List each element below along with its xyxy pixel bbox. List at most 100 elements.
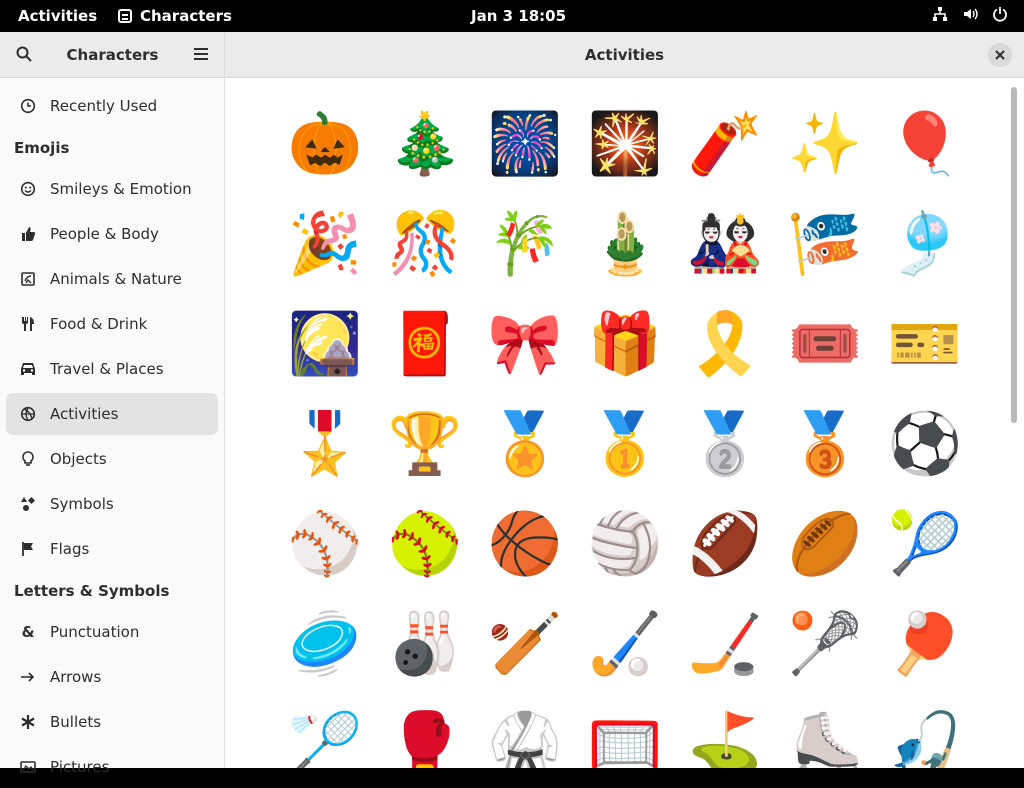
section-emojis: Emojis xyxy=(14,139,70,157)
close-icon xyxy=(995,50,1005,60)
sidebar-header: Characters xyxy=(0,32,224,78)
sidebar-item-people[interactable]: People & Body xyxy=(6,213,218,255)
sidebar-item-label: Arrows xyxy=(50,668,102,686)
emoji-cell[interactable]: 🏆 xyxy=(385,404,465,484)
emoji-cell[interactable]: 🎇 xyxy=(585,104,665,184)
sidebar-item-label: Pictures xyxy=(50,758,110,776)
sidebar-item-symbols[interactable]: Symbols xyxy=(6,483,218,525)
bullet-icon xyxy=(20,714,36,730)
sidebar-item-objects[interactable]: Objects xyxy=(6,438,218,480)
top-bar: Activities Characters Jan 3 18:05 xyxy=(0,0,1024,32)
main-menu-button[interactable] xyxy=(187,40,215,68)
sidebar-item-food[interactable]: Food & Drink xyxy=(6,303,218,345)
sidebar-item-label: Smileys & Emotion xyxy=(50,180,192,198)
emoji-cell[interactable]: 🎆 xyxy=(485,104,565,184)
app-name: Characters xyxy=(140,7,232,25)
emoji-cell[interactable]: 🎁 xyxy=(585,304,665,384)
emoji-cell[interactable]: 🥅 xyxy=(585,704,665,768)
emoji-cell[interactable]: 🏀 xyxy=(485,504,565,584)
emoji-cell[interactable]: ✨ xyxy=(785,104,865,184)
emoji-cell[interactable]: 🎣 xyxy=(885,704,965,768)
sidebar-item-smileys[interactable]: Smileys & Emotion xyxy=(6,168,218,210)
power-icon[interactable] xyxy=(992,6,1008,22)
emoji-cell[interactable]: 🎃 xyxy=(285,104,365,184)
emoji-cell[interactable]: 🎾 xyxy=(885,504,965,584)
emoji-cell[interactable]: 🎖️ xyxy=(285,404,365,484)
emoji-cell[interactable]: 🎍 xyxy=(585,204,665,284)
emoji-cell[interactable]: 🎟️ xyxy=(785,304,865,384)
emoji-cell[interactable]: 🎋 xyxy=(485,204,565,284)
sidebar-item-label: Food & Drink xyxy=(50,315,148,333)
sidebar-item-label: Flags xyxy=(50,540,90,558)
emoji-cell[interactable]: 🎈 xyxy=(885,104,965,184)
activities-button[interactable]: Activities xyxy=(18,7,97,25)
emoji-cell[interactable]: 🎄 xyxy=(385,104,465,184)
emoji-cell[interactable]: 🎉 xyxy=(285,204,365,284)
emoji-cell[interactable]: 🥋 xyxy=(485,704,565,768)
sidebar-item-pictures[interactable]: Pictures xyxy=(6,746,218,788)
emoji-cell[interactable]: 🏸 xyxy=(285,704,365,768)
picture-icon xyxy=(20,759,36,775)
emoji-cell[interactable]: 🥏 xyxy=(285,604,365,684)
sidebar-item-label: Punctuation xyxy=(50,623,140,641)
sidebar-item-punctuation[interactable]: & Punctuation xyxy=(6,611,218,653)
sidebar-item-animals[interactable]: Animals & Nature xyxy=(6,258,218,300)
emoji-cell[interactable]: 🏅 xyxy=(485,404,565,484)
emoji-cell[interactable]: 🎏 xyxy=(785,204,865,284)
emoji-cell[interactable]: ⚾ xyxy=(285,504,365,584)
volume-icon[interactable] xyxy=(962,6,978,22)
scrollbar[interactable] xyxy=(1011,87,1017,423)
cutlery-icon xyxy=(20,316,36,332)
sidebar-item-label: People & Body xyxy=(50,225,159,243)
emoji-cell[interactable]: 🏉 xyxy=(785,504,865,584)
emoji-cell[interactable]: 🎐 xyxy=(885,204,965,284)
smiley-icon xyxy=(20,181,36,197)
arrow-icon xyxy=(20,669,36,685)
emoji-cell[interactable]: 🎗️ xyxy=(685,304,765,384)
clock[interactable]: Jan 3 18:05 xyxy=(471,7,566,25)
emoji-cell[interactable]: 🏈 xyxy=(685,504,765,584)
emoji-cell[interactable]: 🥊 xyxy=(385,704,465,768)
emoji-cell[interactable]: 🧧 xyxy=(385,304,465,384)
page-title: Activities xyxy=(584,46,665,64)
app-menu[interactable]: Characters xyxy=(118,7,232,25)
car-icon xyxy=(20,361,36,377)
emoji-cell[interactable]: 🏐 xyxy=(585,504,665,584)
sidebar-item-flags[interactable]: Flags xyxy=(6,528,218,570)
sidebar-item-travel[interactable]: Travel & Places xyxy=(6,348,218,390)
main-header: Activities xyxy=(225,32,1024,78)
emoji-cell[interactable]: 🎑 xyxy=(285,304,365,384)
emoji-cell[interactable]: 🥍 xyxy=(785,604,865,684)
emoji-cell[interactable]: 🏓 xyxy=(885,604,965,684)
emoji-cell[interactable]: 🎳 xyxy=(385,604,465,684)
characters-window: Characters Recently Used Emojis Smileys … xyxy=(0,32,1024,776)
emoji-cell[interactable]: 🎫 xyxy=(885,304,965,384)
emoji-cell[interactable]: 🥎 xyxy=(385,504,465,584)
emoji-cell[interactable]: 🥇 xyxy=(585,404,665,484)
sidebar-item-bullets[interactable]: Bullets xyxy=(6,701,218,743)
system-tray[interactable] xyxy=(932,6,1008,22)
hamburger-icon xyxy=(194,48,208,60)
emoji-cell[interactable]: 🏒 xyxy=(685,604,765,684)
close-button[interactable] xyxy=(988,43,1012,67)
characters-app-icon xyxy=(118,9,132,23)
emoji-cell[interactable]: 🏏 xyxy=(485,604,565,684)
emoji-cell[interactable]: ⛸️ xyxy=(785,704,865,768)
sidebar-item-arrows[interactable]: Arrows xyxy=(6,656,218,698)
sidebar-item-recently-used[interactable]: Recently Used xyxy=(6,85,218,127)
emoji-cell[interactable]: 🎊 xyxy=(385,204,465,284)
emoji-cell[interactable]: 🥈 xyxy=(685,404,765,484)
sidebar-item-label: Activities xyxy=(50,405,119,423)
emoji-cell[interactable]: 🥉 xyxy=(785,404,865,484)
emoji-cell[interactable]: 🎀 xyxy=(485,304,565,384)
emoji-cell[interactable]: ⛳ xyxy=(685,704,765,768)
emoji-cell[interactable]: ⚽ xyxy=(885,404,965,484)
clock-icon xyxy=(20,98,36,114)
emoji-cell[interactable]: 🧨 xyxy=(685,104,765,184)
network-icon[interactable] xyxy=(932,6,948,22)
emoji-cell[interactable]: 🏑 xyxy=(585,604,665,684)
emoji-cell[interactable]: 🎎 xyxy=(685,204,765,284)
animal-icon xyxy=(20,271,36,287)
sidebar-item-label: Animals & Nature xyxy=(50,270,182,288)
sidebar-item-activities[interactable]: Activities xyxy=(6,393,218,435)
